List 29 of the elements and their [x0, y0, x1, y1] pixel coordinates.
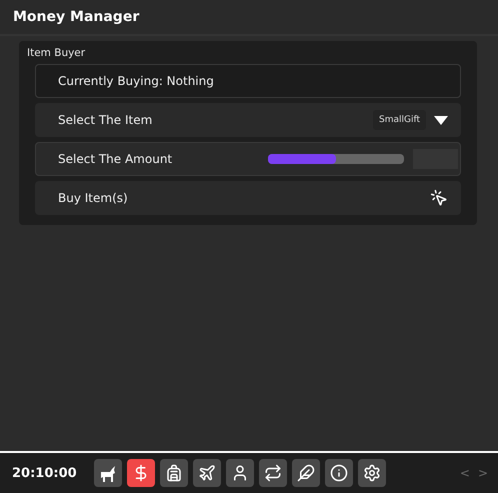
- backpack-button[interactable]: [160, 459, 188, 487]
- caret-icon: [434, 116, 448, 124]
- section-title: Item Buyer: [27, 47, 86, 59]
- slider-track[interactable]: [268, 154, 404, 164]
- settings-button[interactable]: [358, 459, 386, 487]
- selected-value: SmallGift: [372, 110, 426, 130]
- info-icon: [330, 464, 348, 482]
- feather-button[interactable]: [292, 459, 320, 487]
- info-button[interactable]: [324, 459, 353, 487]
- click-icon: [430, 189, 448, 207]
- plane-icon: [198, 464, 216, 482]
- row-label: Select The Amount: [58, 152, 174, 166]
- horse-button[interactable]: [94, 459, 122, 487]
- dollar-button[interactable]: [126, 459, 155, 487]
- row-label: Select The Item: [58, 113, 154, 127]
- user-button[interactable]: [226, 459, 254, 487]
- repeat-button[interactable]: [258, 459, 287, 487]
- clock: 20:10:00: [12, 466, 77, 480]
- plane-button[interactable]: [192, 459, 221, 487]
- backpack-icon: [164, 464, 183, 482]
- window-title: Money Manager: [13, 9, 140, 25]
- settings-icon: [362, 464, 381, 482]
- dropdown-row[interactable]: Select The Item SmallGift: [35, 103, 461, 137]
- feather-icon: [296, 464, 315, 482]
- row-label: Buy Item(s): [58, 191, 129, 205]
- slider-row[interactable]: Select The Amount: [35, 142, 461, 176]
- repeat-icon: [264, 464, 282, 482]
- buy-button[interactable]: Buy Item(s): [35, 181, 461, 215]
- row-label: Currently Buying: Nothing: [58, 74, 215, 88]
